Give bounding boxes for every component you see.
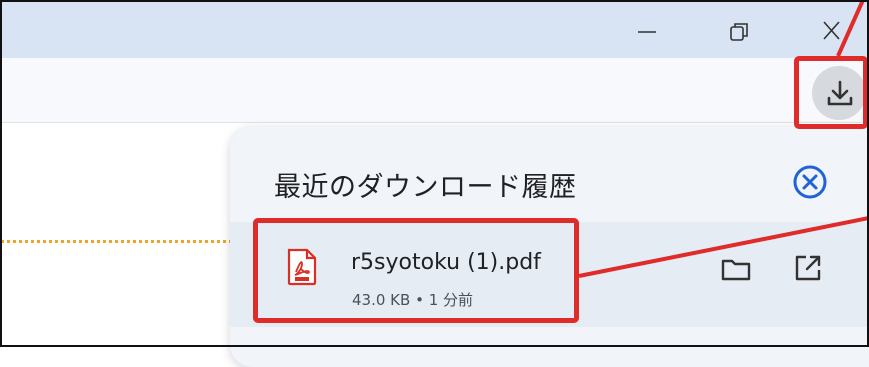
download-file-name[interactable]: r5syotoku (1).pdf xyxy=(351,250,541,275)
meta-separator: • xyxy=(415,291,424,309)
close-panel-button[interactable] xyxy=(790,162,830,202)
open-external-icon xyxy=(795,255,821,281)
minimize-button[interactable] xyxy=(626,12,666,48)
file-size: 43.0 KB xyxy=(352,291,411,309)
dotted-divider xyxy=(0,240,240,243)
downloads-button[interactable] xyxy=(812,66,866,120)
close-window-button[interactable] xyxy=(815,12,855,48)
downloads-panel-title: 最近のダウンロード履歴 xyxy=(274,172,577,203)
close-icon xyxy=(823,21,840,40)
show-in-folder-button[interactable] xyxy=(719,254,753,284)
restore-icon xyxy=(730,23,748,41)
open-file-button[interactable] xyxy=(791,251,825,285)
minimize-icon xyxy=(638,31,656,33)
browser-toolbar xyxy=(0,58,869,123)
download-icon xyxy=(827,80,853,106)
restore-button[interactable] xyxy=(720,12,760,48)
download-time: 1 分前 xyxy=(428,291,474,309)
circle-x-icon xyxy=(793,165,827,199)
folder-icon xyxy=(721,259,751,281)
download-item-row[interactable] xyxy=(230,222,869,327)
download-file-meta: 43.0 KB • 1 分前 xyxy=(352,289,473,310)
pdf-icon xyxy=(286,248,318,286)
next-download-row xyxy=(230,327,869,347)
